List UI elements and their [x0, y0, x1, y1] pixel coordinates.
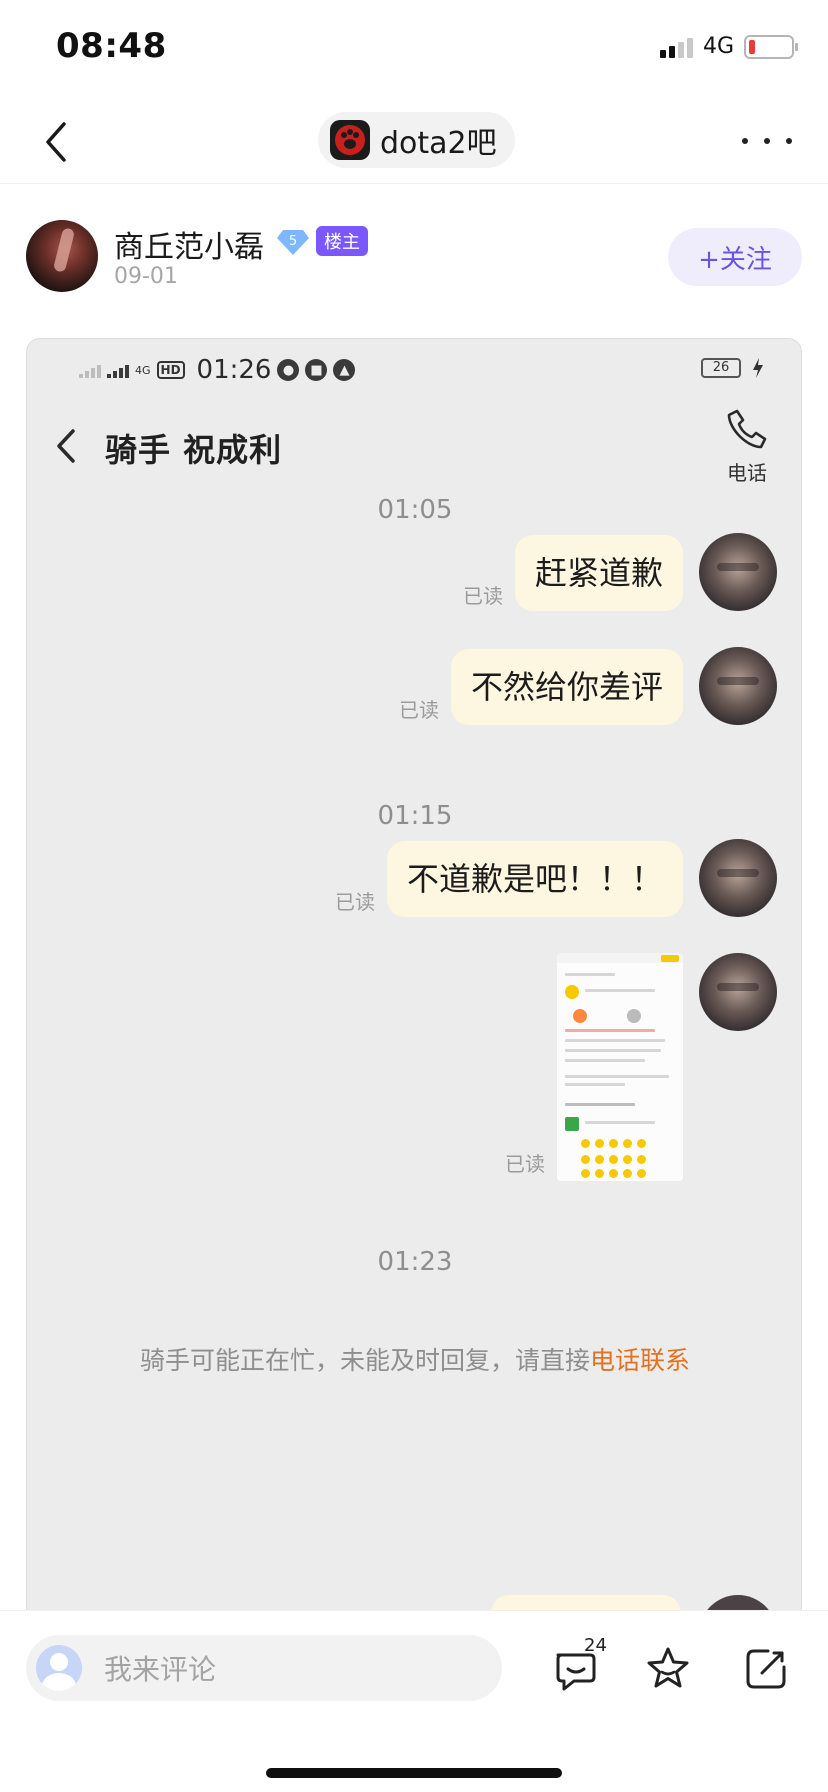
signal-icon	[107, 362, 129, 378]
chevron-left-icon	[57, 429, 75, 463]
hd-icon: HD	[156, 361, 185, 379]
busy-notice: 骑手可能正在忙，未能及时回复，请直接电话联系	[27, 1344, 801, 1378]
screenshot-battery-icon: 26	[701, 358, 741, 378]
level-badge: 5	[276, 228, 310, 256]
read-status: 已读	[462, 584, 503, 608]
screenshot-status-bar: 4G HD 01:26 ● ■ ▲ 26	[27, 339, 801, 399]
network-type: 4G	[702, 34, 734, 59]
comment-count: 24	[584, 1635, 607, 1656]
forum-name: dota2吧	[380, 126, 497, 161]
chat-header: 骑手 祝成利 电话	[27, 399, 801, 495]
signal-icon	[79, 362, 101, 378]
author-name[interactable]: 商丘范小磊	[114, 222, 264, 266]
post-image[interactable]: 4G HD 01:26 ● ■ ▲ 26 骑手 祝成利 电话 01:05 已读 …	[26, 338, 802, 1628]
image-message-thumbnail	[557, 953, 683, 1181]
user-avatar	[699, 839, 777, 917]
message-bubble: 不然给你差评	[450, 649, 683, 725]
comment-placeholder: 我来评论	[104, 1653, 217, 1686]
home-indicator	[266, 1768, 562, 1778]
user-avatar	[36, 1645, 82, 1691]
user-avatar	[699, 647, 777, 725]
nav-bar: dota2吧	[0, 100, 828, 184]
screenshot-time: 01:26	[196, 355, 272, 385]
message-row: 已读 不然给你差评	[399, 647, 777, 725]
chat-title: 骑手 祝成利	[105, 431, 283, 469]
read-status: 已读	[334, 890, 375, 914]
app-notification-icon: ●	[277, 359, 300, 381]
back-button[interactable]	[38, 118, 78, 166]
read-status: 已读	[398, 698, 439, 722]
bottom-bar: 我来评论 24	[0, 1610, 828, 1792]
user-avatar	[699, 533, 777, 611]
share-button[interactable]	[738, 1641, 794, 1697]
screenshot-network: 4G	[135, 363, 151, 377]
dot-icon	[764, 138, 770, 144]
status-time: 08:48	[56, 26, 167, 66]
status-bar: 08:48 4G	[0, 0, 828, 100]
call-button: 电话	[717, 407, 777, 487]
author-row: 商丘范小磊 5 楼主 09-01 +关注	[0, 184, 828, 304]
dot-icon	[742, 138, 748, 144]
more-options-button[interactable]	[742, 126, 792, 156]
message-bubble: 赶紧道歉	[514, 535, 683, 611]
charging-icon	[753, 358, 763, 378]
message-bubble: 不道歉是吧！！！	[386, 841, 683, 917]
level-number: 5	[289, 234, 297, 249]
battery-icon	[744, 34, 798, 59]
forum-pill[interactable]: dota2吧	[318, 112, 515, 168]
read-status: 已读	[505, 1152, 545, 1176]
cellular-signal-icon	[659, 36, 693, 58]
chat-back-button	[51, 425, 81, 467]
author-avatar[interactable]	[26, 220, 98, 292]
user-avatar	[699, 953, 777, 1031]
phone-icon	[727, 409, 767, 449]
timestamp: 01:23	[377, 1247, 453, 1277]
owner-badge: 楼主	[316, 226, 368, 256]
message-row: 已读 不道歉是吧！！！	[335, 839, 777, 917]
diamond-icon: 5	[277, 230, 309, 255]
message-row: 已读	[505, 953, 777, 1181]
message-row: 已读 赶紧道歉	[463, 533, 777, 611]
follow-button[interactable]: +关注	[668, 228, 802, 286]
app-notification-icon: ■	[305, 359, 328, 381]
comment-input[interactable]: 我来评论	[26, 1635, 502, 1701]
share-icon	[746, 1649, 786, 1689]
favorite-button[interactable]	[640, 1641, 696, 1697]
penguin-icon: ▲	[333, 359, 356, 381]
post-date: 09-01	[114, 264, 178, 289]
call-label: 电话	[727, 461, 767, 485]
forum-logo-icon	[330, 120, 370, 160]
call-contact-link: 电话联系	[590, 1346, 691, 1375]
timestamp: 01:15	[377, 801, 453, 831]
dot-icon	[786, 138, 792, 144]
notice-text: 骑手可能正在忙，未能及时回复，请直接	[139, 1346, 590, 1375]
chevron-left-icon	[46, 122, 66, 162]
timestamp: 01:05	[377, 495, 453, 525]
star-icon	[647, 1647, 689, 1688]
